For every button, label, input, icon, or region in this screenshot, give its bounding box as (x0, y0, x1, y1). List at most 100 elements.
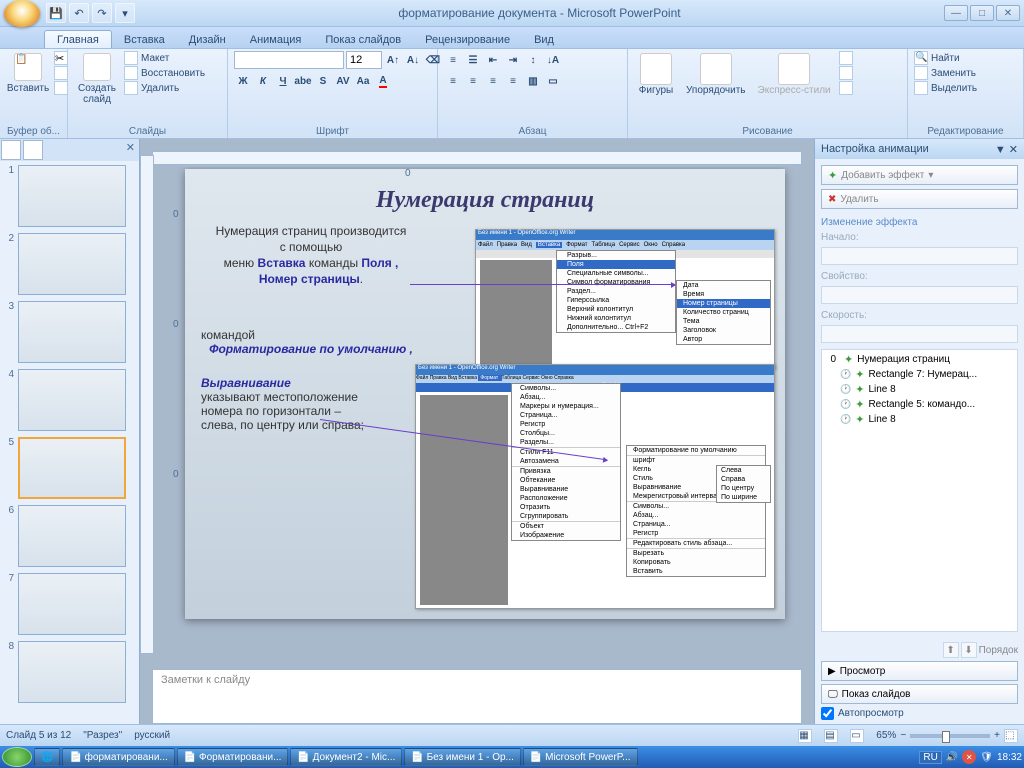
outline-tab[interactable] (23, 140, 43, 160)
close-panel-icon[interactable]: ✕ (122, 139, 139, 161)
language-indicator[interactable]: RU (919, 751, 941, 764)
preview-button[interactable]: ▶ Просмотр (821, 661, 1018, 681)
line-spacing-icon[interactable]: ↕ (524, 51, 542, 69)
animation-list[interactable]: 0✦Нумерация страниц🕐✦Rectangle 7: Нумера… (821, 349, 1018, 632)
select-button[interactable]: Выделить (914, 81, 977, 95)
zoom-control[interactable]: 65% −+ ⬚ (876, 729, 1018, 743)
restore-button[interactable]: Восстановить (124, 66, 205, 80)
bold-button[interactable]: Ж (234, 72, 252, 90)
slide-thumbnail[interactable]: 6 (4, 505, 135, 567)
tray-icon[interactable]: 🛡 (980, 752, 993, 763)
add-effect-button[interactable]: ✦Добавить эффект ▾ (821, 165, 1018, 185)
view-slideshow-icon[interactable]: ▭ (850, 729, 864, 743)
anim-start-select[interactable] (821, 247, 1018, 265)
align-center-icon[interactable]: ≡ (464, 72, 482, 90)
font-name-input[interactable] (234, 51, 344, 69)
taskbar-item[interactable]: 📄 Microsoft PowerP... (523, 748, 638, 766)
shadow-button[interactable]: S (314, 72, 332, 90)
slide-thumbnail[interactable]: 5 (4, 437, 135, 499)
case-button[interactable]: Aa (354, 72, 372, 90)
view-sorter-icon[interactable]: ▤ (824, 729, 838, 743)
slideshow-button[interactable]: 🖵 Показ слайдов (821, 684, 1018, 704)
numbering-icon[interactable]: ☰ (464, 51, 482, 69)
tab-animation[interactable]: Анимация (238, 31, 314, 48)
smartart-icon[interactable]: ▭ (544, 72, 562, 90)
taskbar-item[interactable]: 📄 форматировани... (62, 748, 174, 766)
grow-font-icon[interactable]: A↑ (384, 51, 402, 69)
tab-design[interactable]: Дизайн (177, 31, 238, 48)
text-direction-icon[interactable]: ↓A (544, 51, 562, 69)
shape-fill-icon[interactable] (839, 51, 853, 65)
animation-item[interactable]: 🕐✦Rectangle 5: командо... (824, 397, 1015, 412)
slide-thumbnail[interactable]: 7 (4, 573, 135, 635)
animation-item[interactable]: 0✦Нумерация страниц (824, 352, 1015, 367)
underline-button[interactable]: Ч (274, 72, 292, 90)
taskbar-quicklaunch[interactable]: 🌐 (34, 748, 60, 766)
remove-effect-button[interactable]: ✖Удалить (821, 189, 1018, 209)
anim-pane-dropdown-icon[interactable]: ▼ ✕ (995, 143, 1018, 156)
delete-button[interactable]: Удалить (124, 81, 205, 95)
replace-button[interactable]: Заменить (914, 66, 977, 80)
shape-effects-icon[interactable] (839, 81, 853, 95)
slide-thumbnail[interactable]: 8 (4, 641, 135, 703)
animation-item[interactable]: 🕐✦Line 8 (824, 382, 1015, 397)
font-size-input[interactable] (346, 51, 382, 69)
slides-tab[interactable] (1, 140, 21, 160)
taskbar-item[interactable]: 📄 Документ2 - Mic... (290, 748, 402, 766)
office-button[interactable] (4, 0, 40, 27)
strike-button[interactable]: abe (294, 72, 312, 90)
quick-styles-button[interactable]: Экспресс-стили (754, 51, 835, 98)
align-justify-icon[interactable]: ≡ (504, 72, 522, 90)
close-button[interactable]: ✕ (996, 5, 1020, 21)
slide-thumbnail[interactable]: 3 (4, 301, 135, 363)
move-down-icon[interactable]: ⬇ (961, 642, 977, 658)
maximize-button[interactable]: □ (970, 5, 994, 21)
italic-button[interactable]: К (254, 72, 272, 90)
tab-view[interactable]: Вид (522, 31, 566, 48)
slide-thumbnail[interactable]: 1 (4, 165, 135, 227)
indent-inc-icon[interactable]: ⇥ (504, 51, 522, 69)
slide-thumbnail[interactable]: 2 (4, 233, 135, 295)
animation-item[interactable]: 🕐✦Line 8 (824, 412, 1015, 427)
qat-more-icon[interactable]: ▾ (115, 3, 135, 23)
tab-insert[interactable]: Вставка (112, 31, 177, 48)
autopreview-checkbox[interactable]: Автопросмотр (821, 707, 1018, 720)
cut-icon[interactable]: ✂ (54, 51, 68, 65)
align-left-icon[interactable]: ≡ (444, 72, 462, 90)
taskbar-item[interactable]: 📄 Без имени 1 - Op... (404, 748, 521, 766)
copy-icon[interactable] (54, 66, 68, 80)
start-button[interactable] (2, 747, 32, 767)
redo-icon[interactable]: ↷ (92, 3, 112, 23)
move-up-icon[interactable]: ⬆ (943, 642, 959, 658)
save-icon[interactable]: 💾 (46, 3, 66, 23)
slide-canvas[interactable]: 0 0 0 0 Нумерация страниц Нумерация стра… (185, 169, 785, 619)
view-normal-icon[interactable]: ▦ (798, 729, 812, 743)
animation-item[interactable]: 🕐✦Rectangle 7: Нумерац... (824, 367, 1015, 382)
undo-icon[interactable]: ↶ (69, 3, 89, 23)
spacing-button[interactable]: AV (334, 72, 352, 90)
columns-icon[interactable]: ▥ (524, 72, 542, 90)
tab-home[interactable]: Главная (44, 30, 112, 48)
font-color-button[interactable]: A (374, 72, 392, 90)
arrange-button[interactable]: Упорядочить (682, 51, 750, 98)
minimize-button[interactable]: — (944, 5, 968, 21)
notes-pane[interactable]: Заметки к слайду (152, 669, 802, 724)
tab-slideshow[interactable]: Показ слайдов (313, 31, 413, 48)
indent-dec-icon[interactable]: ⇤ (484, 51, 502, 69)
anim-property-select[interactable] (821, 286, 1018, 304)
layout-button[interactable]: Макет (124, 51, 205, 65)
paste-button[interactable]: 📋Вставить (6, 51, 50, 96)
shape-outline-icon[interactable] (839, 66, 853, 80)
fit-icon[interactable]: ⬚ (1004, 729, 1018, 743)
format-painter-icon[interactable] (54, 81, 68, 95)
align-right-icon[interactable]: ≡ (484, 72, 502, 90)
shapes-button[interactable]: Фигуры (634, 51, 678, 98)
slide-thumbnail[interactable]: 4 (4, 369, 135, 431)
new-slide-button[interactable]: Создать слайд (74, 51, 120, 107)
taskbar-item[interactable]: 📄 Форматировани... (177, 748, 289, 766)
tab-review[interactable]: Рецензирование (413, 31, 522, 48)
tray-alert-icon[interactable]: ✕ (962, 750, 976, 764)
bullets-icon[interactable]: ≡ (444, 51, 462, 69)
tray-icon[interactable]: 🔊 (946, 752, 958, 763)
shrink-font-icon[interactable]: A↓ (404, 51, 422, 69)
